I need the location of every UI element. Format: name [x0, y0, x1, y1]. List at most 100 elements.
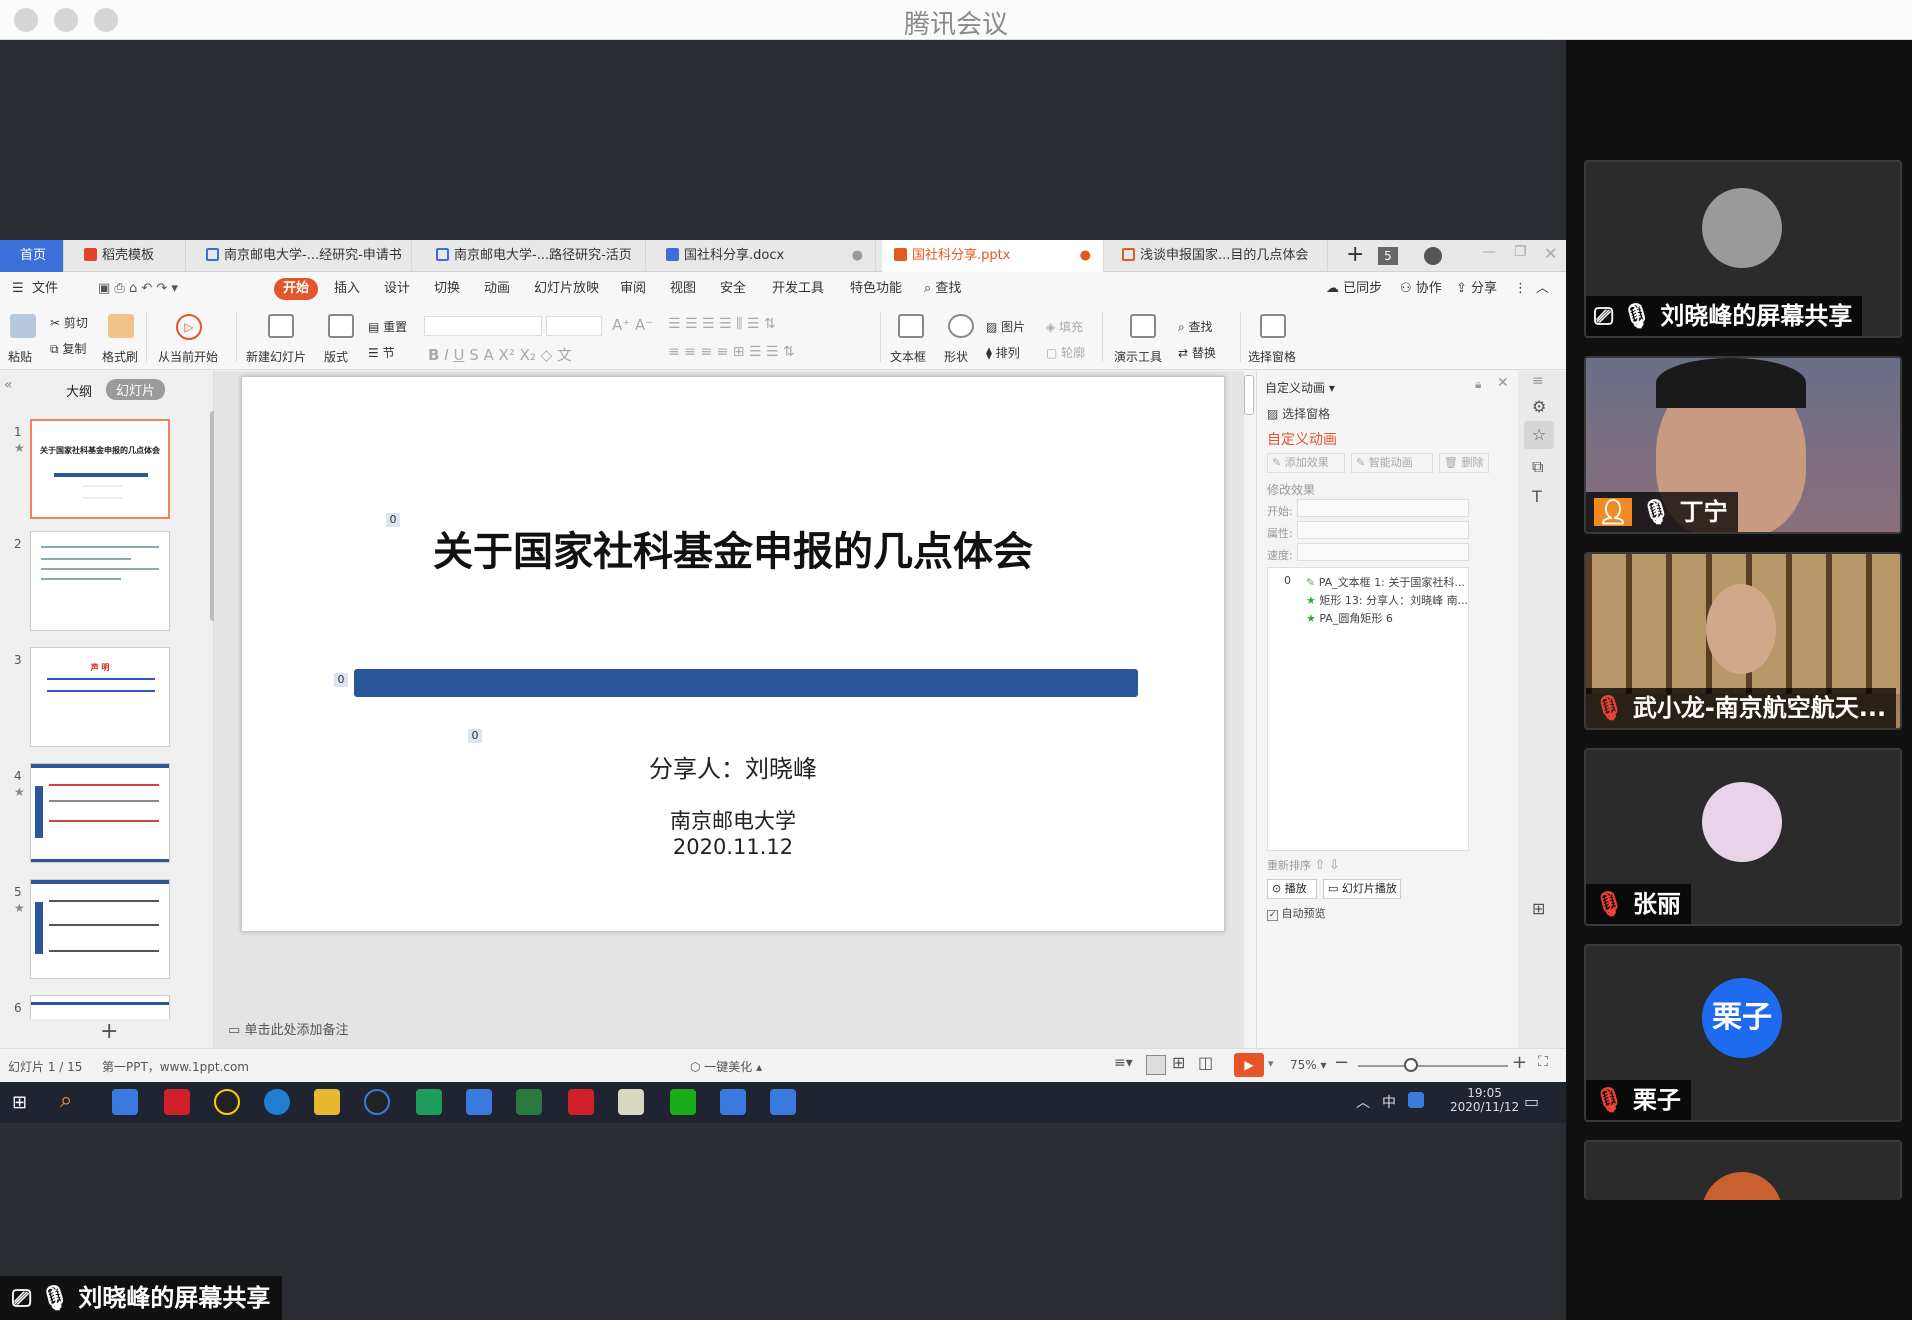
zoom-in-icon[interactable]: +: [1512, 1052, 1527, 1073]
text-icon[interactable]: T: [1532, 487, 1542, 506]
play-from-current-icon[interactable]: ▷: [176, 314, 202, 340]
menu-animation[interactable]: 动画: [484, 278, 510, 300]
search-icon[interactable]: ⌕: [60, 1088, 72, 1113]
fill-button[interactable]: ◈ 填充: [1046, 318, 1083, 335]
app-icon-badge[interactable]: [618, 1089, 644, 1115]
file-explorer-icon[interactable]: [314, 1089, 340, 1115]
menu-search[interactable]: ⌕ 查找: [924, 278, 961, 300]
smart-anim-button[interactable]: ✎ 智能动画: [1351, 453, 1433, 473]
add-slide-plus-icon[interactable]: +: [100, 1019, 118, 1044]
paragraph-align-buttons[interactable]: ≡ ≡ ≡ ≡ ⊞ ☰ ☰ ⇅: [668, 344, 795, 360]
property-select[interactable]: [1297, 521, 1469, 539]
zoom-level[interactable]: 75% ▾: [1290, 1058, 1327, 1072]
tray-app-icon[interactable]: [1408, 1092, 1424, 1108]
hamburger-icon[interactable]: ☰: [12, 278, 24, 300]
slide-thumb-4[interactable]: [30, 763, 170, 863]
new-tab-plus-icon[interactable]: +: [1346, 242, 1364, 267]
shapes-icon[interactable]: ⧉: [1532, 457, 1543, 477]
notes-toggle-icon[interactable]: ≡▾: [1114, 1055, 1133, 1071]
shape-button[interactable]: 形状: [944, 348, 968, 365]
ime-indicator[interactable]: 中: [1382, 1092, 1396, 1112]
close-icon[interactable]: ✕: [1544, 244, 1557, 263]
beautify-button[interactable]: ⬡ 一键美化 ▴: [690, 1058, 762, 1075]
from-current-button[interactable]: 从当前开始: [158, 348, 218, 365]
tab-doc-2[interactable]: 南京邮电大学-...路径研究-活页: [424, 240, 646, 272]
menu-security[interactable]: 安全: [720, 278, 746, 300]
notification-icon[interactable]: ▭: [1524, 1092, 1539, 1111]
collapse-panel-icon[interactable]: «: [4, 377, 13, 393]
outline-button[interactable]: ▢ 轮廓: [1046, 344, 1085, 361]
sorter-view-icon[interactable]: ⊞: [1172, 1053, 1185, 1072]
paste-icon[interactable]: [10, 314, 36, 338]
menu-home[interactable]: 开始: [274, 278, 319, 300]
todo-icon[interactable]: [364, 1089, 390, 1115]
qq-icon[interactable]: [214, 1089, 240, 1115]
windows-start-icon[interactable]: ⊞: [12, 1092, 27, 1113]
restore-icon[interactable]: ❐: [1514, 244, 1527, 260]
shape-icon[interactable]: [948, 314, 974, 338]
font-size-adjust-icon[interactable]: A⁺ A⁻: [612, 316, 653, 334]
tab-count-badge[interactable]: 5: [1378, 247, 1398, 265]
paste-button[interactable]: 粘贴: [8, 348, 32, 365]
more-icon[interactable]: ⋮: [1514, 278, 1527, 300]
slide-thumb-6[interactable]: [30, 995, 170, 1019]
play-slideshow-icon[interactable]: ▶: [1234, 1053, 1264, 1077]
collapse-ribbon-icon[interactable]: ︿: [1536, 278, 1549, 300]
layout-icon[interactable]: [328, 314, 354, 338]
app-icon-youdao[interactable]: [164, 1089, 190, 1115]
find-button[interactable]: ⌕ 查找: [1178, 318, 1213, 335]
menu-review[interactable]: 审阅: [620, 278, 646, 300]
tab-outline[interactable]: 大纲: [66, 381, 92, 400]
font-style-buttons[interactable]: B I U S A X² X₂ ◇ 文: [428, 344, 572, 365]
move-up-icon[interactable]: ⇧: [1315, 858, 1326, 873]
edge-icon[interactable]: [264, 1089, 290, 1115]
close-pane-icon[interactable]: ✕: [1497, 375, 1509, 391]
reading-view-icon[interactable]: ◫: [1198, 1053, 1213, 1072]
slide-thumb-2[interactable]: [30, 531, 170, 631]
grid-icon[interactable]: ⊞: [1532, 899, 1545, 918]
quick-access-icons[interactable]: ▣ ⎙ ⌂ ↶ ↷ ▾: [98, 278, 178, 300]
slide-thumb-1[interactable]: 关于国家社科基金申报的几点体会: [30, 419, 170, 519]
layout-button[interactable]: 版式: [324, 348, 348, 365]
tab-doc-1[interactable]: 南京邮电大学-...经研究-申请书: [194, 240, 412, 272]
sync-status[interactable]: ☁ 已同步: [1326, 278, 1382, 300]
participant-tile-avatar[interactable]: 🎙︎ 张丽: [1584, 748, 1902, 926]
tab-doc-3[interactable]: 国社科分享.docx ●: [654, 240, 876, 272]
participant-tile-avatar[interactable]: 栗子 🎙︎ 栗子: [1584, 944, 1902, 1122]
copy-button[interactable]: ⧉ 复制: [50, 340, 86, 357]
anim-list-item[interactable]: ★ PA_圆角矩形 6: [1306, 610, 1393, 626]
collab-button[interactable]: ⚇ 协作: [1400, 278, 1442, 300]
word-icon[interactable]: [720, 1089, 746, 1115]
picture-button[interactable]: ▨ 图片: [986, 318, 1025, 335]
tab-docer[interactable]: 稻壳模板: [72, 240, 186, 272]
participant-tile-video[interactable]: 🎙︎ 武小龙-南京航空航天...: [1584, 552, 1902, 730]
anim-list-item[interactable]: ★ 矩形 13: 分享人：刘晓峰 南...: [1306, 592, 1468, 608]
tab-ppt-active[interactable]: 国社科分享.pptx ●: [882, 240, 1104, 272]
animation-order-tag[interactable]: 0: [468, 729, 482, 743]
select-pane-button[interactable]: 选择窗格: [1248, 348, 1296, 365]
play-options-icon[interactable]: ▾: [1268, 1057, 1274, 1070]
app-icon-notes[interactable]: [112, 1089, 138, 1115]
select-pane-icon[interactable]: [1260, 314, 1286, 338]
menu-file[interactable]: 文件: [32, 278, 58, 300]
zoom-slider[interactable]: [1358, 1065, 1508, 1067]
animation-star-icon[interactable]: ☆: [1524, 421, 1554, 449]
zoom-slider-handle[interactable]: [1404, 1058, 1418, 1072]
section-button[interactable]: ☰ 节: [368, 344, 395, 361]
anim-list-item[interactable]: ✎ PA_文本框 1: 关于国家社科...: [1306, 574, 1465, 590]
slide-thumb-3[interactable]: 声 明: [30, 647, 170, 747]
app-icon-feishu[interactable]: [466, 1089, 492, 1115]
current-slide[interactable]: 0 关于国家社科基金申报的几点体会 0 0 分享人：刘晓峰 南京邮电大学 202…: [241, 376, 1261, 976]
delete-effect-button[interactable]: 🗑︎ 删除: [1439, 453, 1489, 473]
menu-view[interactable]: 视图: [670, 278, 696, 300]
menu-features[interactable]: 特色功能: [850, 278, 902, 300]
participant-tile-video[interactable]: 👤︎ 🎙︎ 丁宁: [1584, 356, 1902, 534]
format-painter-button[interactable]: 格式刷: [102, 348, 138, 365]
user-avatar-icon[interactable]: [1424, 247, 1442, 265]
replace-button[interactable]: ⇄ 替换: [1178, 344, 1216, 361]
textbox-icon[interactable]: [898, 314, 924, 338]
pane-header[interactable]: 自定义动画 ▾: [1265, 379, 1335, 396]
tab-doc-5[interactable]: 浅谈申报国家...目的几点体会: [1110, 240, 1328, 272]
share-button[interactable]: ⇪ 分享: [1456, 278, 1497, 300]
font-size-select[interactable]: [546, 316, 602, 336]
